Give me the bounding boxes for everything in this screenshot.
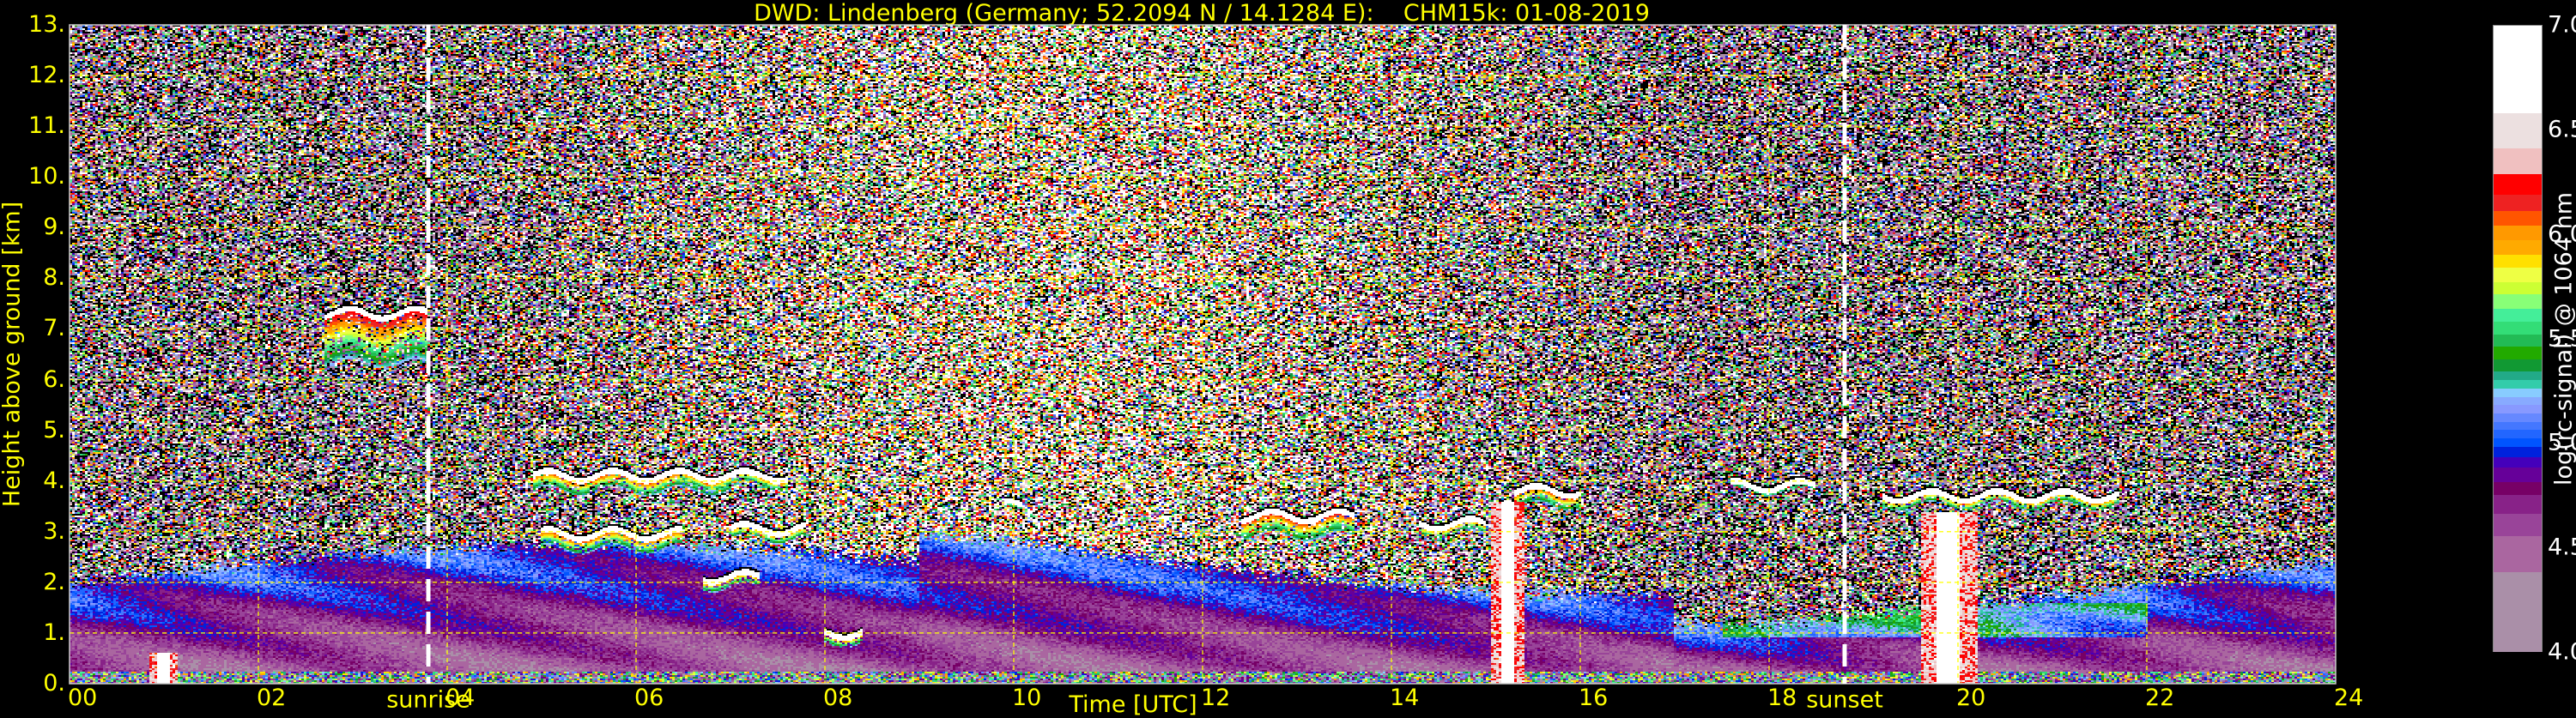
x-tick-label: 14 bbox=[1390, 685, 1419, 711]
sunrise-label: sunrise bbox=[386, 687, 470, 714]
colorbar-segment bbox=[2494, 294, 2542, 310]
colorbar-tick-label: 4.5 bbox=[2548, 534, 2576, 561]
colorbar-segment bbox=[2494, 211, 2542, 226]
y-tick-label: 1. bbox=[0, 619, 65, 646]
x-tick-label: 08 bbox=[823, 685, 852, 711]
colorbar-segment bbox=[2494, 268, 2542, 283]
x-tick-label: 10 bbox=[1012, 685, 1041, 711]
x-axis-label: Time [UTC] bbox=[1069, 691, 1197, 718]
x-tick-label: 02 bbox=[257, 685, 286, 711]
x-tick-label: 18 bbox=[1767, 685, 1797, 711]
y-tick-label: 12. bbox=[0, 62, 65, 88]
x-tick-label: 22 bbox=[2145, 685, 2174, 711]
y-tick-label: 0. bbox=[0, 670, 65, 697]
x-tick-label: 12 bbox=[1201, 685, 1230, 711]
colorbar-segment bbox=[2494, 468, 2542, 483]
colorbar-segment bbox=[2494, 240, 2542, 256]
x-tick-label: 16 bbox=[1579, 685, 1608, 711]
colorbar-segment bbox=[2494, 514, 2542, 538]
x-tick-label: 06 bbox=[634, 685, 664, 711]
colorbar-segment bbox=[2494, 572, 2542, 653]
x-tick-label: 20 bbox=[1956, 685, 1985, 711]
y-tick-label: 3. bbox=[0, 518, 65, 545]
colorbar-tick-label: 7.0 bbox=[2548, 12, 2576, 39]
y-tick-label: 2. bbox=[0, 569, 65, 595]
colorbar-segment bbox=[2494, 495, 2542, 515]
colorbar-tick-label: 6.5 bbox=[2548, 116, 2576, 142]
colorbar-segment bbox=[2494, 174, 2542, 196]
y-tick-label: 11. bbox=[0, 112, 65, 139]
colorbar-segment bbox=[2494, 148, 2542, 175]
colorbar-segment bbox=[2494, 26, 2542, 115]
colorbar-segment bbox=[2494, 226, 2542, 241]
colorbar-tick-label: 4.0 bbox=[2548, 639, 2576, 666]
x-tick-label: 00 bbox=[68, 685, 97, 711]
sunset-label: sunset bbox=[1806, 687, 1883, 714]
y-tick-label: 10. bbox=[0, 163, 65, 190]
x-tick-label: 24 bbox=[2334, 685, 2363, 711]
y-axis-label: Height above ground [km] bbox=[0, 202, 26, 507]
chart-title: DWD: Lindenberg (Germany; 52.2094 N / 14… bbox=[0, 0, 2403, 27]
colorbar-label: log(rc-signal) @ 1064 nm bbox=[2551, 192, 2576, 486]
colorbar bbox=[2493, 25, 2543, 652]
colorbar-segment bbox=[2494, 195, 2542, 213]
y-tick-label: 13. bbox=[0, 11, 65, 38]
colorbar-segment bbox=[2494, 113, 2542, 150]
grid-overlay bbox=[70, 25, 2336, 684]
colorbar-segment bbox=[2494, 536, 2542, 573]
plot-area bbox=[70, 25, 2336, 684]
